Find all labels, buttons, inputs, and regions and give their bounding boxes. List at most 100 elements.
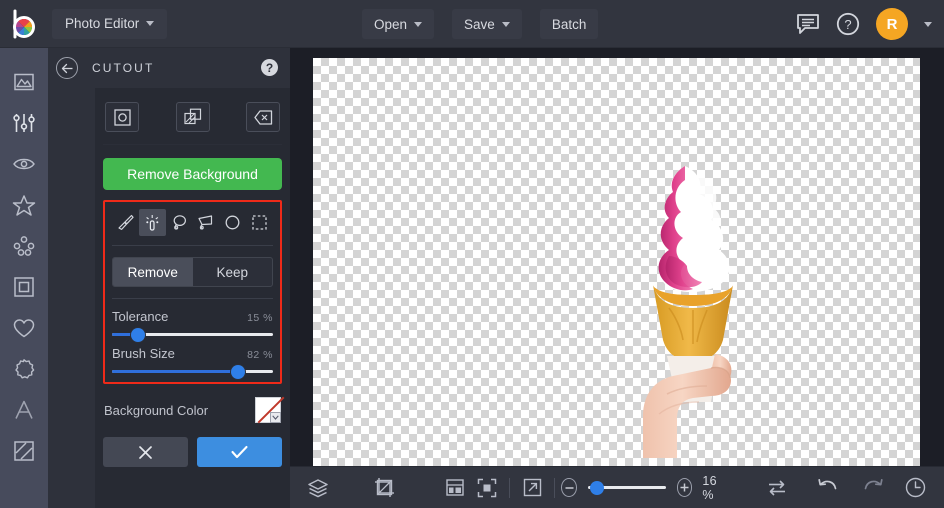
crop-button[interactable]: [368, 467, 400, 508]
brush-size-slider-group: Brush Size 82 %: [112, 346, 273, 379]
brush-size-slider-knob[interactable]: [230, 364, 245, 379]
segment-remove[interactable]: Remove: [113, 258, 193, 286]
chevron-down-icon: [501, 21, 510, 27]
sidebar-item-adjust[interactable]: [4, 107, 44, 139]
feedback-button[interactable]: [796, 13, 820, 35]
mode-duplicate-button[interactable]: [175, 102, 210, 132]
history-button[interactable]: [900, 467, 932, 508]
cutout-panel: CUTOUT ? Remove Background Remove Keep T…: [48, 48, 290, 508]
layers-icon: [308, 478, 328, 497]
expand-arrow-icon: [523, 478, 541, 497]
account-chevron-down-icon[interactable]: [924, 21, 932, 27]
eraser-icon: [253, 109, 272, 125]
plus-icon: [680, 483, 689, 492]
zoom-level-label: 16 %: [702, 473, 718, 502]
redo-arrow-icon: [864, 478, 883, 490]
expand-button[interactable]: [516, 467, 548, 508]
badge-icon: [15, 359, 35, 379]
sliders-icon: [13, 114, 35, 132]
fit-screen-icon: [477, 478, 497, 497]
open-button[interactable]: Open: [362, 9, 435, 39]
mode-erase-button[interactable]: [246, 102, 280, 132]
back-button[interactable]: [56, 57, 78, 79]
zoom-out-button[interactable]: [561, 478, 577, 497]
tool-brush-button[interactable]: [112, 209, 139, 236]
sidebar-item-stickers[interactable]: [4, 312, 44, 344]
app-logo[interactable]: [0, 0, 48, 48]
tolerance-slider[interactable]: [112, 327, 273, 342]
tool-ellipse-button[interactable]: [219, 209, 246, 236]
segment-keep[interactable]: Keep: [193, 258, 273, 286]
polygon-lasso-icon: [198, 215, 213, 230]
top-toolbar: Photo Editor Open Save Batch ? R: [0, 0, 944, 48]
swatch-dropdown[interactable]: [270, 412, 281, 423]
panel-layout-icon: [446, 479, 464, 496]
mode-cutout-button[interactable]: [105, 102, 139, 132]
tool-rect-marquee-button[interactable]: [246, 209, 273, 236]
chevron-down-icon: [146, 21, 155, 26]
sidebar-item-overlays[interactable]: [4, 189, 44, 221]
eye-icon: [13, 158, 35, 170]
cancel-button[interactable]: [103, 437, 188, 467]
crop-icon: [374, 478, 394, 497]
zoom-in-button[interactable]: [676, 478, 693, 497]
panel-layout-button[interactable]: [439, 467, 471, 508]
paintbrush-icon: [118, 214, 134, 230]
apply-button[interactable]: [197, 437, 282, 467]
zoom-slider-knob[interactable]: [590, 480, 604, 495]
sidebar-item-texture[interactable]: [4, 435, 44, 467]
segment-keep-label: Keep: [216, 264, 249, 280]
clock-history-icon: [906, 477, 926, 498]
image-canvas[interactable]: [313, 58, 920, 466]
tool-polygon-lasso-button[interactable]: [192, 209, 219, 236]
cutout-panel-body: Remove Background Remove Keep Tolerance …: [95, 88, 290, 508]
zoom-slider[interactable]: [588, 480, 666, 495]
background-color-swatch[interactable]: [255, 396, 285, 424]
app-title-label: Photo Editor: [65, 16, 140, 31]
sidebar-item-frames[interactable]: [4, 271, 44, 303]
help-button[interactable]: ?: [836, 12, 860, 36]
segment-divider: [112, 298, 273, 299]
account-actions-group: ? R: [796, 0, 932, 48]
dots-cluster-icon: [13, 236, 35, 256]
diagonal-lines-icon: [14, 441, 34, 461]
color-wheel-logo-icon: [13, 9, 35, 38]
background-color-row: Background Color: [103, 384, 285, 424]
photo-editor-window: Photo Editor Open Save Batch ? R CUTOUT …: [0, 0, 944, 508]
fit-screen-button[interactable]: [471, 467, 503, 508]
avatar[interactable]: R: [876, 8, 908, 40]
tolerance-slider-knob[interactable]: [130, 327, 145, 342]
arrow-left-icon: [61, 63, 72, 73]
save-button[interactable]: Save: [452, 9, 522, 39]
tool-magic-wand-button[interactable]: [138, 209, 166, 236]
remove-background-button[interactable]: Remove Background: [103, 158, 282, 190]
swap-arrows-icon: [768, 479, 785, 496]
brush-size-slider[interactable]: [112, 364, 273, 379]
undo-button[interactable]: [811, 467, 843, 508]
remove-background-label: Remove Background: [127, 166, 258, 182]
tools-divider: [112, 245, 273, 246]
canvas-area[interactable]: [290, 48, 944, 466]
avatar-initial: R: [886, 15, 898, 33]
sidebar-item-touchup[interactable]: [4, 230, 44, 262]
close-x-icon: [139, 445, 152, 459]
tool-lasso-button[interactable]: [166, 209, 193, 236]
app-title-button[interactable]: Photo Editor: [52, 8, 168, 39]
sidebar-item-image[interactable]: [4, 66, 44, 98]
star-icon: [12, 194, 36, 216]
redo-button[interactable]: [857, 467, 889, 508]
compare-button[interactable]: [761, 467, 793, 508]
cutout-mode-row: [103, 98, 282, 145]
question-circle-icon: ?: [836, 12, 860, 36]
sidebar-item-shapes[interactable]: [4, 353, 44, 385]
toolbar-divider-2: [554, 477, 556, 498]
batch-button[interactable]: Batch: [539, 9, 599, 39]
panel-help-button[interactable]: ?: [261, 59, 278, 76]
tolerance-value: 15 %: [247, 312, 273, 324]
cutout-tool-row: [112, 209, 273, 236]
sidebar-item-effects[interactable]: [4, 148, 44, 180]
tolerance-label-row: Tolerance 15 %: [112, 309, 273, 324]
sidebar-item-text[interactable]: [4, 394, 44, 426]
panel-header: CUTOUT ?: [48, 48, 290, 88]
layers-button[interactable]: [302, 467, 334, 508]
